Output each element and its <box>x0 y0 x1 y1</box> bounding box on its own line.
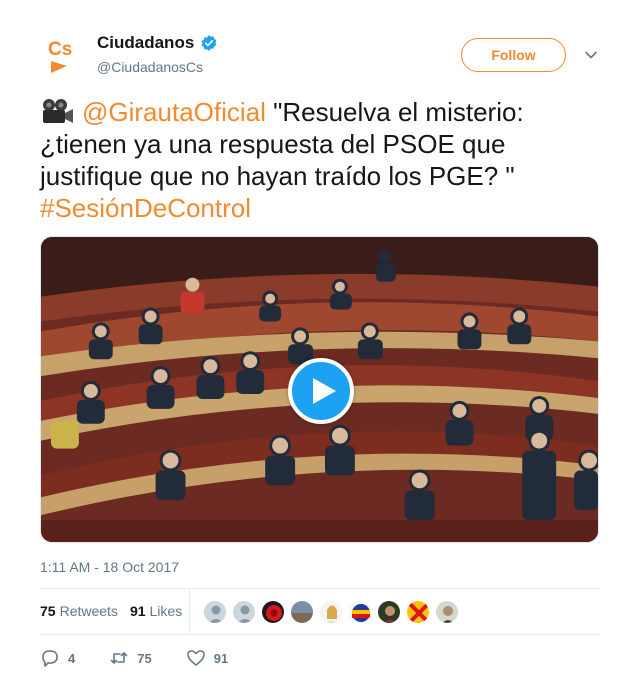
liker-avatar[interactable] <box>319 600 343 624</box>
retweet-button[interactable]: 75 <box>109 648 152 668</box>
likers-avatars <box>203 600 459 624</box>
svg-text:Cs: Cs <box>48 39 72 60</box>
liker-avatar[interactable] <box>435 600 459 624</box>
retweets-label: Retweets <box>59 603 118 619</box>
liker-avatar[interactable] <box>377 600 401 624</box>
play-button[interactable] <box>288 358 354 424</box>
tweet-text: @GirautaOficial "Resuelva el misterio: ¿… <box>40 96 600 224</box>
liker-avatar[interactable] <box>348 600 372 624</box>
account-name[interactable]: Ciudadanos <box>97 33 194 53</box>
retweet-icon <box>110 652 128 664</box>
retweet-count: 75 <box>137 650 152 666</box>
reply-icon <box>42 650 58 667</box>
likes-label: Likes <box>149 603 183 619</box>
video-player[interactable] <box>40 236 599 543</box>
likes-count: 91 <box>129 603 146 619</box>
retweets-count: 75 <box>40 603 56 619</box>
tweet-timestamp[interactable]: 1:11 AM - 18 Oct 2017 <box>40 559 179 575</box>
liker-avatar[interactable] <box>290 600 314 624</box>
play-icon <box>312 378 336 404</box>
account-avatar[interactable]: Cs <box>40 30 90 80</box>
account-handle[interactable]: @CiudadanosCs <box>97 59 203 75</box>
liker-avatar[interactable] <box>261 600 285 624</box>
reply-button[interactable]: 4 <box>40 648 75 668</box>
mention-link[interactable]: @GirautaOficial <box>82 97 266 127</box>
like-count: 91 <box>213 650 229 666</box>
follow-button[interactable]: Follow <box>461 38 566 72</box>
liker-avatar[interactable] <box>232 600 256 624</box>
reply-count: 4 <box>68 650 76 666</box>
heart-icon <box>186 650 205 666</box>
liker-avatar[interactable] <box>406 600 430 624</box>
divider <box>40 588 600 589</box>
tweet-actions: 4 75 91 <box>40 648 262 668</box>
divider <box>40 634 600 635</box>
verified-badge-icon <box>201 35 217 51</box>
hashtag-link[interactable]: #SesiónDeControl <box>40 193 251 223</box>
likes-stat[interactable]: 91 Likes <box>130 603 182 619</box>
like-button[interactable]: 91 <box>186 648 228 668</box>
movie-camera-icon <box>43 99 73 123</box>
divider <box>189 589 190 634</box>
account-name-row[interactable]: Ciudadanos <box>97 33 218 53</box>
retweets-stat[interactable]: 75 Retweets <box>40 603 118 619</box>
liker-avatar[interactable] <box>203 600 227 624</box>
tweet-stats: 75 Retweets 91 Likes <box>40 603 182 619</box>
cs-logo-icon: Cs <box>48 39 72 73</box>
chevron-down-icon[interactable] <box>584 48 598 62</box>
